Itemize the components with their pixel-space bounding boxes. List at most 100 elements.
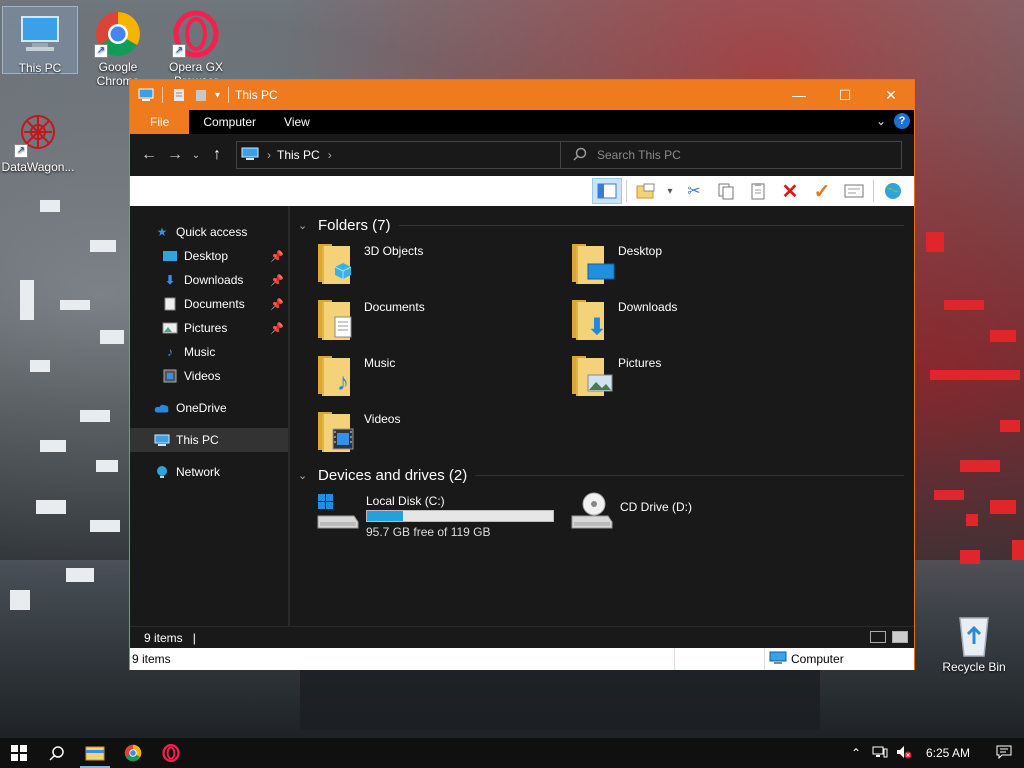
nav-item-downloads[interactable]: ⬇ Downloads 📌 bbox=[130, 268, 288, 292]
music-note-icon: ♪ bbox=[167, 345, 173, 359]
wallpaper-pixel bbox=[990, 500, 1016, 514]
group-header-folders[interactable]: ⌄ Folders (7) bbox=[298, 214, 914, 236]
wallpaper-pixel bbox=[66, 568, 94, 582]
status-location-label: Computer bbox=[791, 652, 844, 666]
group-header-rule bbox=[398, 224, 904, 226]
taskbar-opera-gx[interactable] bbox=[152, 738, 190, 768]
qat-dropdown-icon[interactable]: ▾ bbox=[215, 90, 220, 101]
collapse-chevron-icon[interactable]: ⌄ bbox=[298, 219, 312, 232]
copy-icon[interactable] bbox=[711, 178, 741, 204]
view-dropdown-icon[interactable]: ▾ bbox=[663, 178, 677, 204]
search-box[interactable]: Search This PC bbox=[560, 141, 902, 169]
ribbon-tabs: File Computer View ⌄ ? bbox=[130, 110, 914, 134]
folder-icon bbox=[314, 408, 358, 456]
folders-grid: 3D Objects Desktop Documents ⬇ Downloads… bbox=[298, 236, 914, 464]
rename-check-icon[interactable]: ✓ bbox=[807, 178, 837, 204]
properties-icon[interactable] bbox=[171, 88, 187, 102]
navigation-pane-icon[interactable] bbox=[592, 178, 622, 204]
desktop-icon-chrome[interactable]: ↗ Google Chrome bbox=[80, 6, 156, 86]
recent-locations-icon[interactable]: ⌄ bbox=[188, 150, 204, 161]
wallpaper-pixel bbox=[40, 200, 60, 212]
file-explorer-icon bbox=[85, 746, 105, 761]
desktop-icon-this-pc[interactable]: This PC bbox=[2, 6, 78, 75]
folder-name: Pictures bbox=[618, 356, 662, 370]
folder-music[interactable]: ♪ Music bbox=[314, 352, 568, 408]
nav-onedrive[interactable]: OneDrive bbox=[130, 396, 288, 420]
back-button[interactable]: ← bbox=[136, 146, 162, 164]
folder-desktop[interactable]: Desktop bbox=[568, 240, 822, 296]
nav-this-pc[interactable]: This PC bbox=[130, 428, 288, 452]
wallpaper-pixel bbox=[90, 520, 120, 532]
nav-item-videos[interactable]: Videos bbox=[130, 364, 288, 388]
forward-button[interactable]: → bbox=[162, 146, 188, 164]
nav-item-pictures[interactable]: Pictures 📌 bbox=[130, 316, 288, 340]
start-button[interactable] bbox=[0, 738, 38, 768]
drive-usage-fill bbox=[367, 511, 404, 521]
desktop-icon-opera-gx[interactable]: ↗ Opera GX Browser bbox=[158, 6, 234, 86]
nav-item-desktop[interactable]: Desktop 📌 bbox=[130, 244, 288, 268]
close-button[interactable]: ✕ bbox=[868, 80, 914, 110]
this-pc-small-icon bbox=[138, 88, 154, 102]
nav-gap bbox=[130, 420, 288, 428]
desktop-icon-recycle-bin[interactable]: Recycle Bin bbox=[936, 606, 1012, 682]
breadcrumb-this-pc[interactable]: This PC bbox=[277, 148, 320, 162]
drive-usage-bar bbox=[366, 510, 554, 522]
folder-icon bbox=[314, 296, 358, 344]
delete-icon[interactable]: ✕ bbox=[775, 178, 805, 204]
new-folder-icon[interactable] bbox=[193, 88, 209, 102]
folder-videos[interactable]: Videos bbox=[314, 408, 568, 464]
desktop-icon-datawagon[interactable]: ↗ DataWagon... bbox=[0, 106, 76, 178]
tab-file[interactable]: File bbox=[130, 110, 190, 134]
cloud-icon bbox=[154, 401, 170, 415]
network-status-icon[interactable] bbox=[868, 745, 892, 762]
folder-name: Desktop bbox=[618, 244, 663, 258]
folder-3d-objects[interactable]: 3D Objects bbox=[314, 240, 568, 296]
minimize-button[interactable]: — bbox=[776, 80, 822, 110]
up-button[interactable]: ↑ bbox=[204, 146, 230, 164]
nav-quick-access[interactable]: ★ Quick access bbox=[130, 220, 288, 244]
search-button[interactable] bbox=[38, 738, 76, 768]
folder-name: Videos bbox=[364, 412, 401, 426]
maximize-button[interactable]: ☐ bbox=[822, 80, 868, 110]
new-folder-icon[interactable] bbox=[631, 178, 661, 204]
wallpaper-pixel bbox=[30, 360, 50, 372]
expand-ribbon-icon[interactable]: ⌄ bbox=[876, 114, 886, 128]
folder-downloads[interactable]: ⬇ Downloads bbox=[568, 296, 822, 352]
paste-icon[interactable] bbox=[743, 178, 773, 204]
title-bar[interactable]: ▾ This PC — ☐ ✕ bbox=[130, 80, 914, 110]
taskbar-clock[interactable]: 6:25 AM bbox=[916, 746, 984, 760]
breadcrumb-chevron-icon[interactable]: › bbox=[328, 148, 332, 162]
recycle-bin-icon bbox=[950, 610, 998, 658]
details-view-icon[interactable] bbox=[870, 631, 886, 643]
nav-network[interactable]: Network bbox=[130, 460, 288, 484]
computer-icon bbox=[16, 11, 64, 59]
properties-icon[interactable] bbox=[839, 178, 869, 204]
cut-icon[interactable]: ✂ bbox=[679, 178, 709, 204]
nav-item-documents[interactable]: Documents 📌 bbox=[130, 292, 288, 316]
search-icon bbox=[573, 147, 587, 164]
globe-icon[interactable] bbox=[878, 178, 908, 204]
tab-computer[interactable]: Computer bbox=[189, 110, 270, 134]
tab-view[interactable]: View bbox=[270, 110, 324, 134]
folder-icon bbox=[568, 352, 613, 400]
wallpaper-pixel bbox=[944, 300, 984, 310]
taskbar-file-explorer[interactable] bbox=[76, 738, 114, 768]
volume-muted-icon[interactable] bbox=[892, 745, 916, 762]
drive-local-disk-c[interactable]: Local Disk (C:) 95.7 GB free of 119 GB bbox=[314, 490, 568, 542]
show-hidden-icons-chevron-icon[interactable]: ⌃ bbox=[844, 746, 868, 760]
group-header-devices[interactable]: ⌄ Devices and drives (2) bbox=[298, 464, 914, 486]
taskbar: ⌃ 6:25 AM bbox=[0, 738, 1024, 768]
help-button[interactable]: ? bbox=[894, 113, 910, 129]
drive-name: CD Drive (D:) bbox=[620, 500, 692, 514]
folder-icon bbox=[314, 240, 358, 288]
drive-cd-d[interactable]: CD Drive (D:) bbox=[568, 490, 822, 542]
nav-item-music[interactable]: ♪ Music bbox=[130, 340, 288, 364]
taskbar-chrome[interactable] bbox=[114, 738, 152, 768]
desktop-icon-label: DataWagon... bbox=[1, 160, 75, 174]
large-icons-view-icon[interactable] bbox=[892, 631, 908, 643]
nav-item-label: Desktop bbox=[184, 249, 229, 263]
action-center-icon[interactable] bbox=[984, 745, 1024, 762]
folder-pictures[interactable]: Pictures bbox=[568, 352, 822, 408]
folder-documents[interactable]: Documents bbox=[314, 296, 568, 352]
collapse-chevron-icon[interactable]: ⌄ bbox=[298, 469, 312, 482]
